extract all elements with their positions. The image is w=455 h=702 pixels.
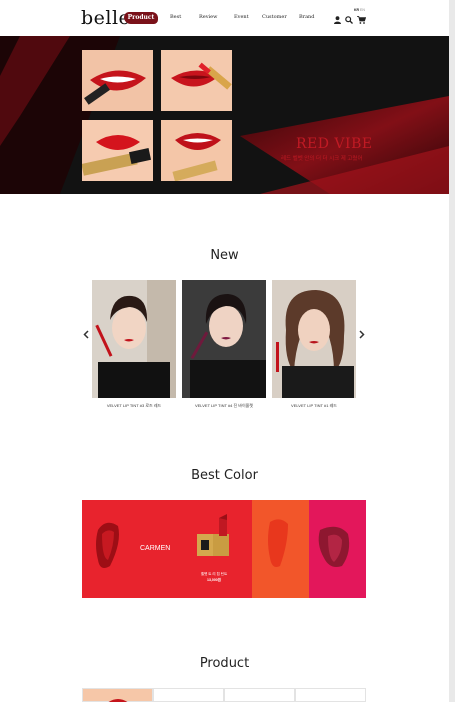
page-scrollbar[interactable] (449, 0, 455, 702)
language-switch: KR EN (354, 8, 365, 12)
page: belle Product Best Review Event Customer… (0, 0, 449, 702)
new-product-caption-3[interactable]: VELVET LIP TINT #1 레드 (272, 403, 356, 409)
best-color-title: Best Color (191, 468, 258, 483)
model-photo-1 (92, 280, 176, 398)
nav-item-brand[interactable]: Brand (299, 14, 314, 20)
hero-banner[interactable]: RED VIBE 레드 벨벳 안의 더 더 시크 제 고렸어 (0, 36, 449, 194)
brand-logo[interactable]: belle (81, 7, 130, 29)
new-prev-arrow[interactable] (83, 330, 89, 342)
new-product-card-2[interactable] (182, 280, 266, 398)
nav-item-best[interactable]: Best (170, 14, 181, 20)
lang-en[interactable]: EN (360, 8, 365, 12)
product-section-title: Product (199, 656, 250, 671)
best-color-banner[interactable] (82, 500, 366, 598)
best-color-feature-name[interactable]: CARMEN (140, 545, 170, 552)
new-product-caption-2[interactable]: VELVET LIP TINT #4 진 바이올렛 (182, 403, 266, 409)
hero-title: RED VIBE (296, 136, 373, 152)
lip-photo-2 (161, 50, 232, 111)
new-section-title: New (210, 248, 239, 263)
product-thumbnail (108, 699, 128, 702)
site-header: belle Product Best Review Event Customer… (0, 0, 449, 36)
product-grid-item[interactable] (224, 688, 295, 702)
new-product-caption-1[interactable]: VELVET LIP TINT #3 로즈 레드 (92, 403, 176, 409)
new-next-arrow[interactable] (359, 330, 365, 342)
lip-photo-3 (82, 120, 153, 181)
best-color-price: 13,000원 (207, 578, 221, 582)
chevron-left-icon (83, 330, 89, 339)
lip-photo-1 (82, 50, 153, 111)
product-grid-item[interactable] (82, 688, 153, 702)
lip-photo-4 (161, 120, 232, 181)
best-color-graphic (82, 500, 366, 598)
product-grid-item[interactable] (295, 688, 366, 702)
lang-kr[interactable]: KR (354, 8, 359, 12)
cart-icon[interactable] (357, 16, 366, 24)
user-icon[interactable] (334, 16, 341, 24)
nav-item-review[interactable]: Review (199, 14, 217, 20)
new-product-card-3[interactable] (272, 280, 356, 398)
best-color-product-name: 벨벳 트 리 립 틴트 (200, 572, 228, 576)
product-grid-item[interactable] (153, 688, 224, 702)
search-icon[interactable] (345, 16, 353, 24)
product-grid-row (82, 688, 366, 702)
model-photo-3 (272, 280, 356, 398)
nav-item-event[interactable]: Event (234, 14, 249, 20)
nav-item-customer[interactable]: Customer (262, 14, 287, 20)
model-photo-2 (182, 280, 266, 398)
chevron-right-icon (359, 330, 365, 339)
new-product-card-1[interactable] (92, 280, 176, 398)
nav-item-product[interactable]: Product (124, 12, 158, 24)
hero-subtitle: 레드 벨벳 안의 더 더 시크 제 고렸어 (281, 156, 363, 162)
